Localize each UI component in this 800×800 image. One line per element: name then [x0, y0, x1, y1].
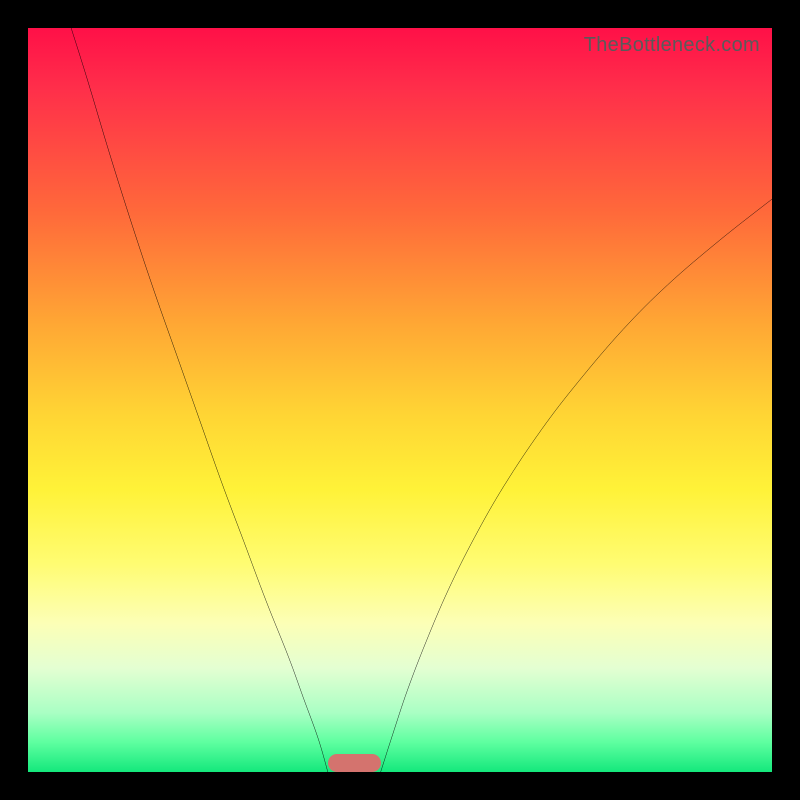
plot-area: TheBottleneck.com [28, 28, 772, 772]
right-curve-path [381, 199, 772, 772]
bottleneck-marker [328, 754, 381, 772]
left-curve-path [71, 28, 328, 772]
curve-overlay [28, 28, 772, 772]
chart-frame: TheBottleneck.com [0, 0, 800, 800]
